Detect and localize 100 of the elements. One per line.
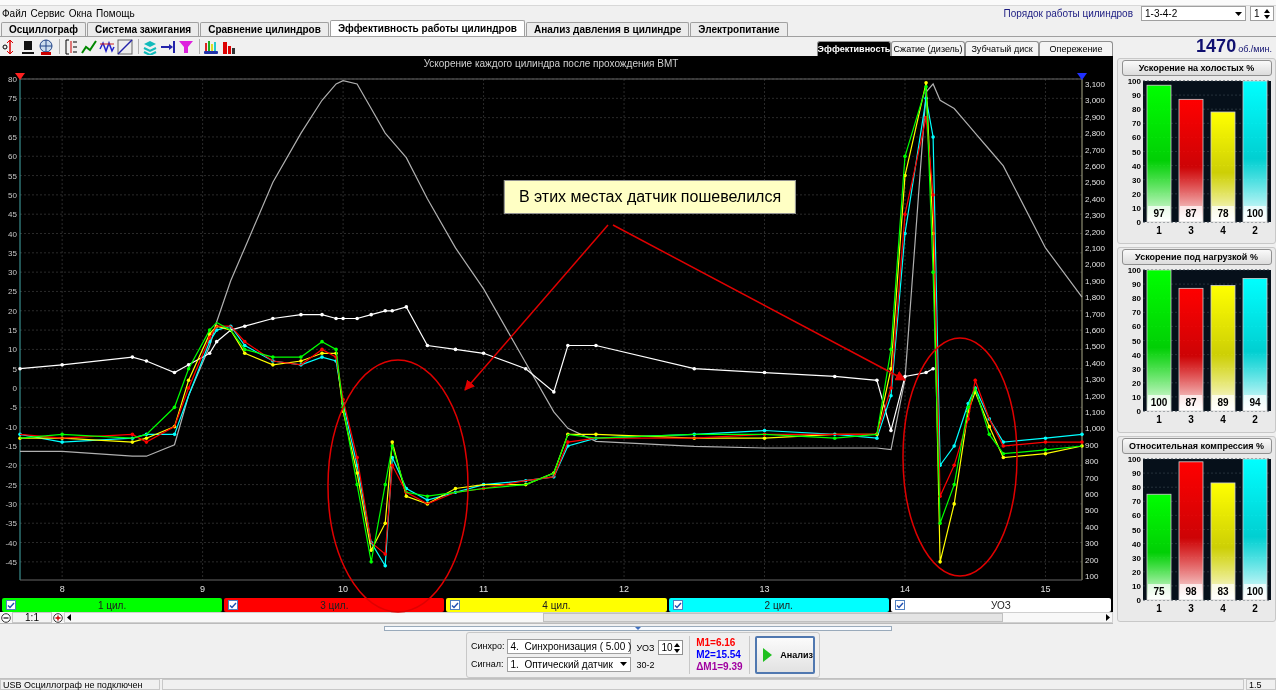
value-label: 89 [1211, 395, 1234, 410]
category-label: 1 [1155, 414, 1162, 425]
category-label: 4 [1219, 225, 1226, 236]
axis-tick-label: 300 [1085, 539, 1099, 549]
axis-tick-label: 2,300 [1085, 211, 1106, 221]
legend-toggle[interactable]: 1 цил. [2, 598, 223, 612]
chart-header-button[interactable]: Ускорение на холостых % [1121, 60, 1272, 76]
axis-tick-label: 1,400 [1085, 358, 1106, 368]
axis-tick-label: 100 [1127, 455, 1141, 464]
category-label: 2 [1251, 603, 1258, 614]
axis-tick-label: 800 [1085, 457, 1099, 467]
rpm-value: 1470 [1196, 36, 1237, 57]
axis-tick-label: 500 [1085, 506, 1099, 516]
category-label: 2 [1251, 225, 1258, 236]
category-label: 3 [1187, 225, 1194, 236]
axis-tick-label: -15 [5, 441, 17, 451]
tab[interactable]: Осциллограф [1, 22, 86, 36]
legend-toggle[interactable]: 2 цил. [668, 598, 889, 612]
axis-tick-label: 13 [759, 584, 770, 594]
category-label: 1 [1155, 225, 1162, 236]
data-label: 75 [1152, 586, 1165, 597]
menu-item[interactable]: Помощь [96, 8, 135, 19]
view-tab[interactable]: Зубчатый диск [965, 41, 1039, 56]
axis-tick-label: 60 [1131, 133, 1141, 143]
measurement: ΔM1=9.39 [696, 661, 743, 673]
data-label: 94 [1248, 397, 1261, 408]
axis-tick-label: 45 [8, 210, 17, 220]
tab[interactable]: Электропитание [690, 22, 788, 36]
axis-tick-label: 40 [1131, 350, 1141, 360]
menu-item[interactable]: Сервис [30, 8, 65, 19]
value-label: 87 [1179, 206, 1202, 221]
field-label: УОЗ [636, 642, 655, 653]
axis-tick-label: 5 [12, 364, 17, 374]
menu-item[interactable]: Окна [68, 8, 93, 19]
axis-tick-label: 700 [1085, 473, 1099, 483]
axis-tick-label: -35 [5, 519, 17, 529]
axis-tick-label: 100 [1085, 571, 1099, 581]
data-label: 89 [1216, 397, 1229, 408]
field-label: Синхро: [471, 641, 505, 651]
status-message: USB Осциллограф не подключен [0, 679, 160, 690]
axis-tick-label: 20 [1131, 378, 1141, 388]
axis-tick-label: 2,200 [1085, 227, 1106, 237]
data-label: 97 [1152, 208, 1165, 219]
axis-tick-label: -30 [5, 499, 17, 509]
axis-tick-label: 400 [1085, 522, 1099, 532]
axis-tick-label: 90 [1131, 91, 1141, 101]
data-label: 87 [1184, 208, 1197, 219]
value-label: 94 [1243, 395, 1266, 410]
category-label: 3 [1187, 414, 1194, 425]
axis-tick-label: -25 [5, 480, 17, 490]
legend-toggle[interactable]: 4 цил. [446, 598, 667, 612]
axis-tick-label: 80 [8, 75, 17, 84]
value-label: 83 [1211, 584, 1234, 599]
menu-item[interactable]: Файл [2, 8, 27, 19]
cylinder-order-select[interactable]: 1-3-4-2 [1141, 6, 1246, 21]
annotation-callout: В этих местах датчик пошевелился [503, 180, 797, 214]
sync-select[interactable]: 4. Синхронизация ( 5.00 ) [506, 638, 631, 654]
axis-tick-label: 35 [8, 248, 17, 258]
chart-header-button[interactable]: Относительная компрессия % [1121, 438, 1272, 454]
legend-toggle[interactable]: 3 цил. [224, 598, 445, 612]
axis-tick-label: 1,900 [1085, 276, 1106, 286]
spin-field[interactable]: 10 [658, 640, 684, 655]
signal-select[interactable]: 1. Оптический датчик [506, 656, 631, 672]
axis-tick-label: 12 [619, 584, 630, 594]
category-label: 4 [1219, 414, 1226, 425]
axis-tick-label: 0 [1136, 596, 1141, 605]
axis-tick-label: 75 [8, 94, 17, 104]
axis-tick-label: 10 [8, 345, 17, 355]
axis-tick-label: 15 [8, 326, 17, 336]
axis-tick-label: 70 [1131, 308, 1141, 318]
tab[interactable]: Эффективность работы цилиндров [329, 20, 525, 36]
value-label: 100 [1147, 395, 1170, 410]
view-tab[interactable]: Сжатие (дизель) [891, 41, 965, 56]
data-label: 98 [1184, 586, 1197, 597]
view-tab[interactable]: Опережение [1039, 41, 1113, 56]
axis-tick-label: 90 [1131, 280, 1141, 290]
category-label: 4 [1219, 603, 1226, 614]
data-label: 78 [1216, 208, 1229, 219]
axis-tick-label: 1,800 [1085, 293, 1106, 303]
axis-tick-label: -20 [5, 461, 17, 471]
axis-tick-label: 9 [200, 584, 206, 594]
view-tab[interactable]: Эффективность [817, 41, 891, 56]
axis-tick-label: 30 [8, 268, 17, 278]
tab[interactable]: Анализ давления в цилиндре [526, 22, 690, 36]
tab[interactable]: Система зажигания [86, 22, 200, 36]
tab[interactable]: Сравнение цилиндров [200, 22, 329, 36]
spin-field[interactable]: 1 [1250, 6, 1274, 21]
axis-tick-label: 30 [1131, 364, 1141, 374]
axis-tick-label: 50 [1131, 525, 1141, 535]
analyze-button[interactable]: Анализ [755, 636, 815, 674]
axis-tick-label: 2,400 [1085, 194, 1106, 204]
axis-tick-label: 1,500 [1085, 342, 1106, 352]
chart-header-button[interactable]: Ускорение под нагрузкой % [1121, 249, 1272, 265]
axis-tick-label: 65 [8, 132, 17, 142]
axis-tick-label: 10 [1131, 392, 1141, 402]
axis-tick-label: 20 [8, 306, 17, 316]
legend-toggle[interactable]: УОЗ [890, 598, 1111, 612]
axis-tick-label: 3,100 [1085, 79, 1106, 89]
value-label: 97 [1147, 206, 1170, 221]
pattern-label: 30-2 [636, 660, 656, 670]
